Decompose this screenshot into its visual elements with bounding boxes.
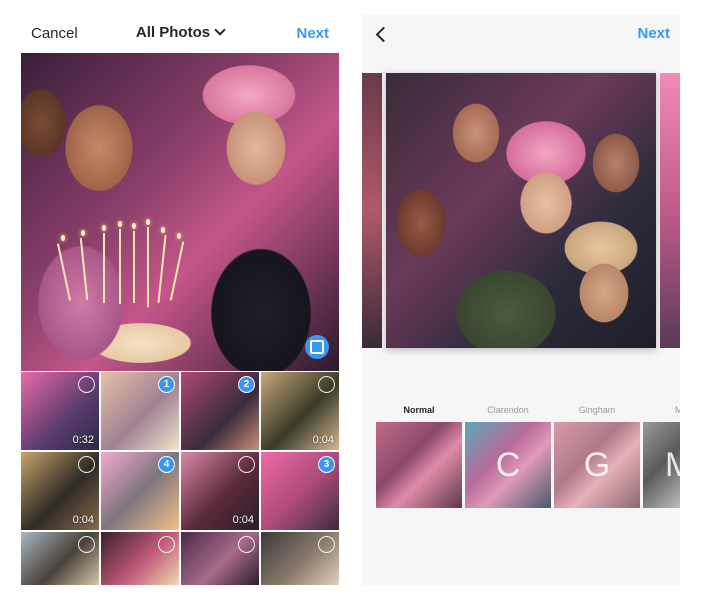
filter-gingham-tile[interactable]: G (554, 422, 640, 508)
filter-clarendon-tile[interactable]: C (465, 422, 551, 508)
next-button[interactable]: Next (637, 25, 670, 42)
select-circle[interactable] (238, 536, 255, 553)
candle-flame (118, 221, 122, 227)
video-duration: 0:32 (72, 434, 94, 446)
filter-label-partial: M (675, 405, 680, 415)
video-duration: 0:04 (232, 514, 254, 526)
photo-thumbnail[interactable]: 0:04 (21, 452, 99, 530)
filter-normal-tile[interactable] (376, 422, 462, 508)
candle (157, 235, 167, 303)
select-circle[interactable] (318, 536, 335, 553)
candle (79, 238, 89, 300)
photo-grid: 0:32 1 2 0:04 0:04 4 0:04 3 (21, 372, 339, 585)
current-photo[interactable] (386, 73, 656, 348)
filter-letter: M (665, 445, 680, 484)
photo-thumbnail[interactable]: 0:04 (181, 452, 259, 530)
select-circle[interactable] (158, 536, 175, 553)
chevron-down-icon (214, 24, 226, 36)
photo-thumbnail[interactable]: 1 (101, 372, 179, 450)
candle (169, 241, 185, 301)
video-duration: 0:04 (72, 514, 94, 526)
filter-strip: Normal Clarendon Gingham M C G M (362, 405, 680, 525)
select-circle[interactable] (238, 456, 255, 473)
selection-badge[interactable]: 2 (238, 376, 255, 393)
album-title: All Photos (135, 24, 211, 41)
photo-thumbnail[interactable]: 4 (101, 452, 179, 530)
photo-thumbnail[interactable] (21, 532, 99, 585)
candle (56, 243, 72, 301)
previous-photo-peek[interactable] (362, 73, 382, 348)
candle (119, 229, 121, 304)
photo-thumbnail[interactable]: 0:32 (21, 372, 99, 450)
multiple-select-icon (310, 340, 324, 354)
edit-top-bar: Next (362, 15, 680, 53)
album-selector[interactable]: All Photos (21, 24, 339, 41)
candle-flame (81, 230, 85, 236)
candle-flame (102, 225, 106, 231)
select-multiple-button[interactable] (305, 335, 329, 359)
next-button[interactable]: Next (296, 25, 329, 42)
next-photo-peek[interactable] (660, 73, 680, 348)
photo-thumbnail[interactable]: 2 (181, 372, 259, 450)
filter-label-gingham: Gingham (578, 405, 616, 415)
selection-badge[interactable]: 4 (158, 456, 175, 473)
candle-flame (61, 235, 65, 241)
photo-thumbnail[interactable] (101, 532, 179, 585)
photo-thumbnail[interactable]: 0:04 (261, 372, 339, 450)
candle (147, 227, 149, 307)
select-circle[interactable] (78, 376, 95, 393)
select-circle[interactable] (78, 456, 95, 473)
filter-label-clarendon: Clarendon (487, 405, 529, 415)
video-duration: 0:04 (312, 434, 334, 446)
photo-carousel[interactable] (362, 73, 680, 351)
select-circle[interactable] (78, 536, 95, 553)
photo-thumbnail[interactable]: 3 (261, 452, 339, 530)
edit-filter-screen: Next Normal Clarendon Gingham M C G M (362, 15, 680, 585)
filter-label-normal: Normal (403, 405, 435, 415)
candle-flame (161, 227, 165, 233)
selection-badge[interactable]: 1 (158, 376, 175, 393)
filter-letter: G (583, 445, 611, 484)
filter-letter: C (495, 445, 521, 484)
photo-picker-screen: Cancel All Photos Next 0:32 1 2 0:04 0:0… (21, 15, 339, 585)
candle (133, 231, 135, 303)
select-circle[interactable] (318, 376, 335, 393)
selected-photo-preview[interactable] (21, 53, 339, 371)
candle-flame (132, 223, 136, 229)
filter-partial-tile[interactable]: M (643, 422, 680, 508)
picker-top-bar: Cancel All Photos Next (21, 15, 339, 53)
candle (103, 233, 105, 303)
candle-flame (177, 233, 181, 239)
candle-flame (146, 219, 150, 225)
back-chevron-icon[interactable] (375, 26, 392, 43)
selection-badge[interactable]: 3 (318, 456, 335, 473)
photo-thumbnail[interactable] (181, 532, 259, 585)
photo-thumbnail[interactable] (261, 532, 339, 585)
